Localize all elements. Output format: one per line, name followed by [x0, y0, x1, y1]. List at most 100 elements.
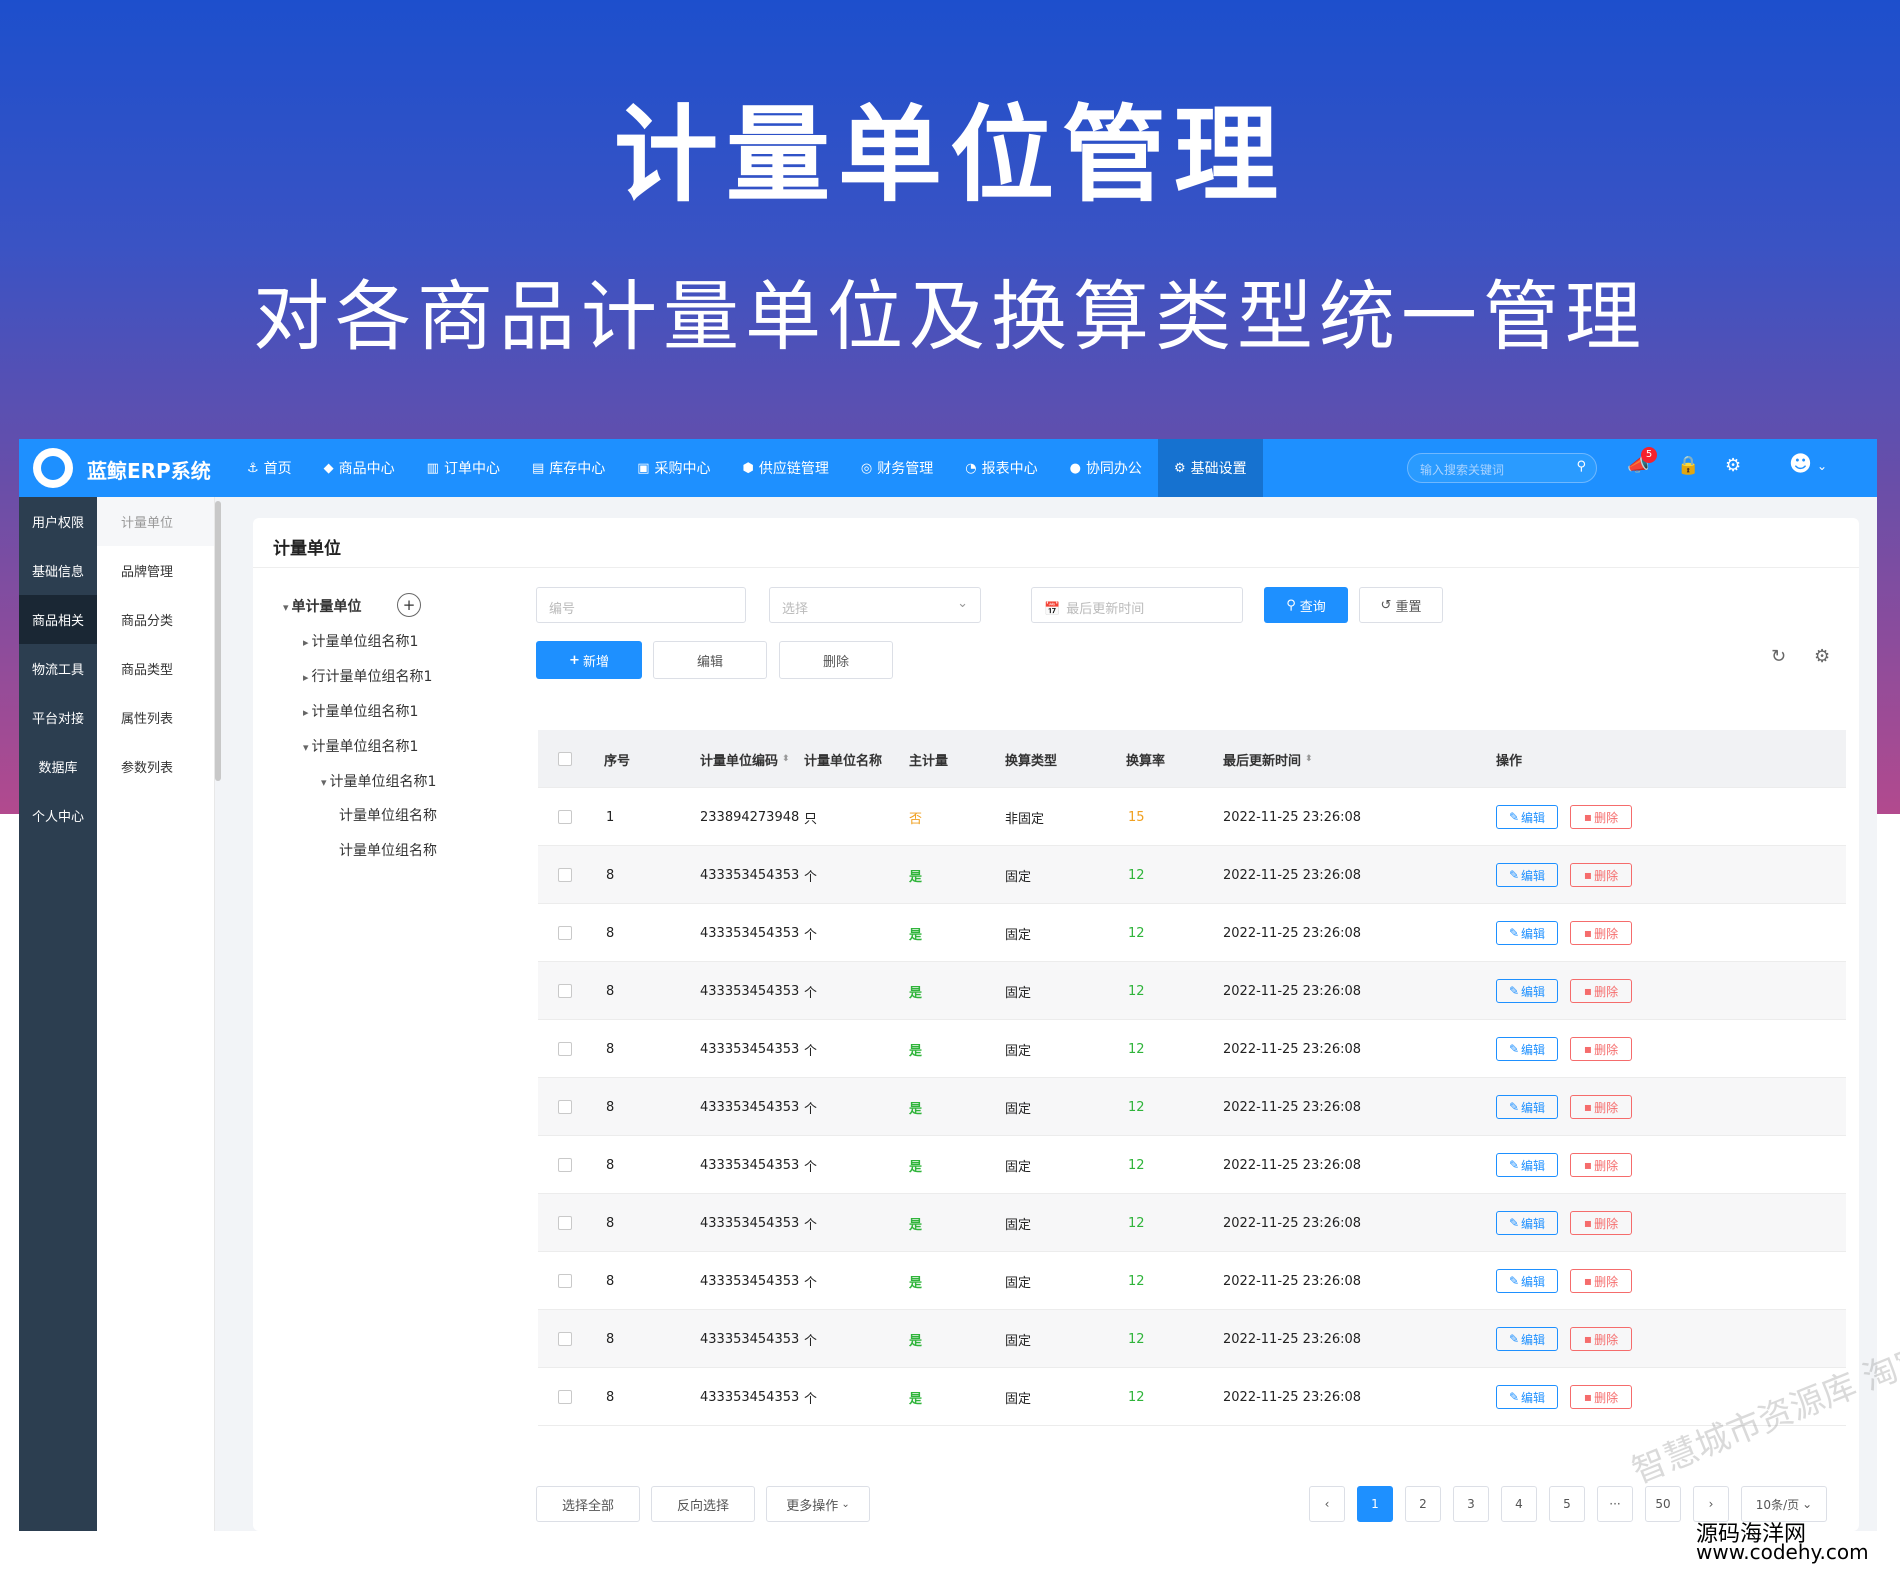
tree-node[interactable]: ▸ 行计量单位组名称1 [303, 666, 432, 686]
secondary-sidebar-item[interactable]: 属性列表 [97, 693, 214, 742]
primary-sidebar-item[interactable]: 基础信息 [19, 546, 97, 595]
delete-button[interactable]: 删除 [779, 641, 893, 679]
secondary-sidebar-item[interactable]: 商品类型 [97, 644, 214, 693]
row-delete-button[interactable]: ▪ 删除 [1570, 1385, 1632, 1409]
row-edit-button[interactable]: ✎ 编辑 [1496, 1095, 1558, 1119]
tree-node[interactable]: 计量单位组名称 [339, 840, 437, 860]
more-actions-button[interactable]: 更多操作 ⌄ [766, 1486, 870, 1522]
row-checkbox[interactable] [558, 1158, 572, 1172]
nav-item-3[interactable]: ▤ 库存中心 [516, 439, 621, 497]
row-checkbox[interactable] [558, 926, 572, 940]
table-row[interactable]: 8 433353454353 个 是 固定 12 2022-11-25 23:26:08 ✎ 编… [538, 1020, 1846, 1078]
table-row[interactable]: 8 433353454353 个 是 固定 12 2022-11-25 23:26:08 ✎ 编… [538, 962, 1846, 1020]
tree-node[interactable]: ▾ 计量单位组名称1 [303, 736, 418, 756]
nav-item-0[interactable]: ⚓ 首页 [231, 439, 308, 497]
query-button[interactable]: ⚲ 查询 [1264, 587, 1348, 623]
row-delete-button[interactable]: ▪ 删除 [1570, 1327, 1632, 1351]
row-edit-button[interactable]: ✎ 编辑 [1496, 863, 1558, 887]
page-button[interactable]: 1 [1357, 1486, 1393, 1522]
gear-icon[interactable]: ⚙ [1725, 455, 1741, 476]
code-filter-input[interactable]: 编号 [536, 587, 746, 623]
sort-icon[interactable]: ⬍ [782, 754, 790, 764]
table-row[interactable]: 8 433353454353 个 是 固定 12 2022-11-25 23:26:08 ✎ 编… [538, 1310, 1846, 1368]
secondary-sidebar-item[interactable]: 商品分类 [97, 595, 214, 644]
row-delete-button[interactable]: ▪ 删除 [1570, 1095, 1632, 1119]
nav-item-9[interactable]: ⚙ 基础设置 [1157, 439, 1263, 497]
caret-icon[interactable]: ▾ [303, 741, 309, 754]
user-avatar-icon[interactable]: ☻ [1789, 452, 1812, 477]
row-edit-button[interactable]: ✎ 编辑 [1496, 1037, 1558, 1061]
table-row[interactable]: 8 433353454353 个 是 固定 12 2022-11-25 23:26:08 ✎ 编… [538, 1136, 1846, 1194]
invert-selection-button[interactable]: 反向选择 [651, 1486, 755, 1522]
row-checkbox[interactable] [558, 1100, 572, 1114]
type-select[interactable]: 选择 ⌄ [769, 587, 981, 623]
row-edit-button[interactable]: ✎ 编辑 [1496, 1269, 1558, 1293]
row-edit-button[interactable]: ✎ 编辑 [1496, 979, 1558, 1003]
lock-icon[interactable]: 🔒 [1677, 455, 1699, 476]
page-button[interactable]: 3 [1453, 1486, 1489, 1522]
nav-item-1[interactable]: ◆ 商品中心 [308, 439, 411, 497]
row-edit-button[interactable]: ✎ 编辑 [1496, 805, 1558, 829]
chevron-down-icon[interactable]: ⌄ [1817, 459, 1827, 473]
page-button[interactable]: 4 [1501, 1486, 1537, 1522]
caret-icon[interactable]: ▸ [303, 671, 309, 684]
caret-icon[interactable]: ▾ [321, 776, 327, 789]
sort-icon[interactable]: ⬍ [1305, 754, 1313, 764]
tree-node[interactable]: ▾ 单计量单位 [283, 596, 362, 616]
page-button[interactable]: 2 [1405, 1486, 1441, 1522]
edit-button[interactable]: 编辑 [653, 641, 767, 679]
row-checkbox[interactable] [558, 1390, 572, 1404]
row-edit-button[interactable]: ✎ 编辑 [1496, 921, 1558, 945]
prev-page-button[interactable]: ‹ [1309, 1486, 1345, 1522]
caret-icon[interactable]: ▸ [303, 636, 309, 649]
row-delete-button[interactable]: ▪ 删除 [1570, 1269, 1632, 1293]
nav-item-6[interactable]: ◎ 财务管理 [845, 439, 949, 497]
table-row[interactable]: 8 433353454353 个 是 固定 12 2022-11-25 23:26:08 ✎ 编… [538, 1368, 1846, 1426]
row-checkbox[interactable] [558, 1274, 572, 1288]
nav-item-4[interactable]: ▣ 采购中心 [621, 439, 726, 497]
tree-node[interactable]: ▾ 计量单位组名称1 [321, 771, 436, 791]
search-icon[interactable]: ⚲ [1576, 459, 1586, 474]
row-delete-button[interactable]: ▪ 删除 [1570, 1037, 1632, 1061]
column-header[interactable]: 主计量 [909, 730, 948, 788]
row-delete-button[interactable]: ▪ 删除 [1570, 921, 1632, 945]
row-checkbox[interactable] [558, 810, 572, 824]
row-checkbox[interactable] [558, 1216, 572, 1230]
row-edit-button[interactable]: ✎ 编辑 [1496, 1327, 1558, 1351]
row-checkbox[interactable] [558, 1332, 572, 1346]
table-row[interactable]: 8 433353454353 个 是 固定 12 2022-11-25 23:26:08 ✎ 编… [538, 846, 1846, 904]
caret-icon[interactable]: ▸ [303, 706, 309, 719]
table-row[interactable]: 1 233894273948 只 否 非固定 15 2022-11-25 23:26:08 ✎… [538, 788, 1846, 846]
page-button[interactable]: 5 [1549, 1486, 1585, 1522]
column-header[interactable]: 最后更新时间 ⬍ [1223, 730, 1313, 788]
row-edit-button[interactable]: ✎ 编辑 [1496, 1211, 1558, 1235]
sidebar-scrollbar[interactable] [215, 501, 221, 781]
caret-icon[interactable]: ▾ [283, 601, 289, 614]
tree-node[interactable]: ▸ 计量单位组名称1 [303, 631, 418, 651]
page-button[interactable]: 50 [1645, 1486, 1681, 1522]
column-header[interactable]: 操作 [1496, 730, 1522, 788]
row-delete-button[interactable]: ▪ 删除 [1570, 805, 1632, 829]
row-checkbox[interactable] [558, 984, 572, 998]
column-header[interactable]: 换算类型 [1005, 730, 1057, 788]
row-edit-button[interactable]: ✎ 编辑 [1496, 1153, 1558, 1177]
nav-item-8[interactable]: ● 协同办公 [1054, 439, 1158, 497]
table-row[interactable]: 8 433353454353 个 是 固定 12 2022-11-25 23:26:08 ✎ 编… [538, 904, 1846, 962]
row-delete-button[interactable]: ▪ 删除 [1570, 1153, 1632, 1177]
column-header[interactable]: 计量单位名称 [804, 730, 882, 788]
secondary-sidebar-item[interactable]: 品牌管理 [97, 546, 214, 595]
tree-node[interactable]: ▸ 计量单位组名称1 [303, 701, 418, 721]
table-row[interactable]: 8 433353454353 个 是 固定 12 2022-11-25 23:26:08 ✎ 编… [538, 1252, 1846, 1310]
primary-sidebar-item[interactable]: 数据库 [19, 742, 97, 791]
row-checkbox[interactable] [558, 868, 572, 882]
nav-item-2[interactable]: ▥ 订单中心 [411, 439, 516, 497]
nav-item-5[interactable]: ⬢ 供应链管理 [727, 439, 845, 497]
primary-sidebar-item[interactable]: 商品相关 [19, 595, 97, 644]
row-delete-button[interactable]: ▪ 删除 [1570, 1211, 1632, 1235]
row-checkbox[interactable] [558, 1042, 572, 1056]
add-tree-node-button[interactable]: + [397, 593, 421, 617]
add-button[interactable]: + 新增 [536, 641, 642, 679]
column-header[interactable]: 序号 [604, 730, 630, 788]
settings-icon[interactable]: ⚙ [1814, 646, 1830, 667]
primary-sidebar-item[interactable]: 用户权限 [19, 497, 97, 546]
